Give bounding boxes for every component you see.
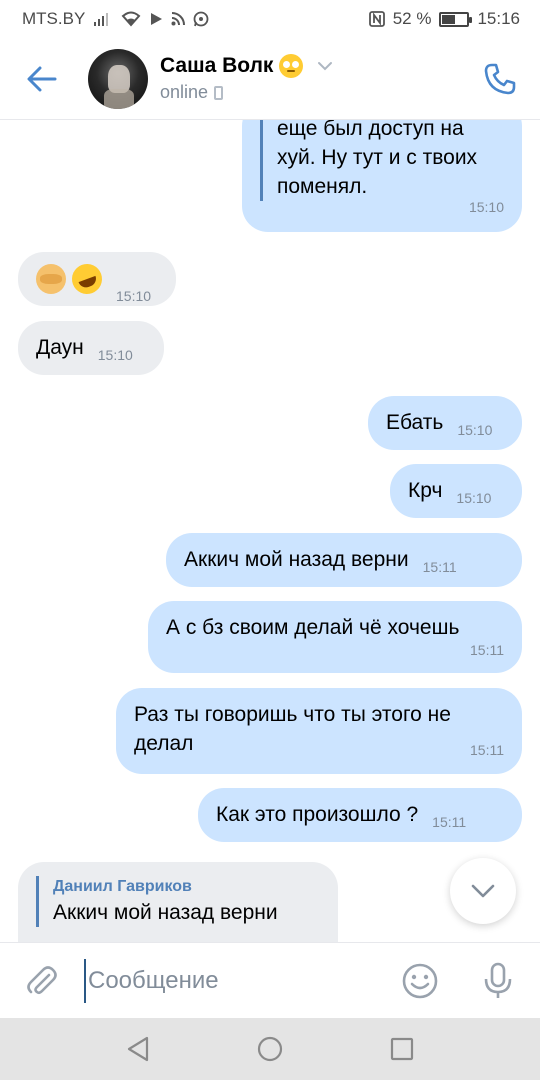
avatar[interactable]	[88, 48, 148, 109]
message-bubble-incoming[interactable]: 15:10	[18, 252, 176, 306]
back-arrow-icon	[27, 66, 57, 91]
message-list[interactable]: еще был доступ на хуй. Ну тут и с твоих …	[0, 120, 540, 942]
message-line: хуй. Ну тут и с твоих	[277, 146, 478, 169]
message-text: Аккич мой назад верни	[184, 548, 409, 571]
message-time: 15:10	[456, 490, 492, 506]
message-bubble-incoming[interactable]: Даниил Гавриков Аккич мой назад верни	[18, 862, 338, 942]
nav-home-button[interactable]	[250, 1029, 290, 1069]
circle-home-icon	[257, 1036, 283, 1062]
chevron-down-icon	[471, 884, 495, 898]
scroll-to-bottom-button[interactable]	[450, 858, 516, 924]
message-time: 15:11	[422, 559, 457, 575]
status-left: MTS.BY	[22, 9, 209, 29]
message-time: 15:10	[97, 347, 133, 363]
back-button[interactable]	[18, 55, 66, 103]
message-bubble-incoming[interactable]: Даун 15:10	[18, 321, 164, 375]
reply-author: Даниил Гавриков	[53, 878, 192, 895]
whatsapp-icon	[193, 11, 209, 27]
message-time: 15:10	[457, 422, 493, 438]
message-text: Ебать	[386, 411, 444, 434]
message-bubble-outgoing[interactable]: Ебать 15:10	[368, 396, 522, 450]
call-button[interactable]	[478, 57, 522, 101]
nav-back-button[interactable]	[118, 1029, 158, 1069]
chevron-down-icon	[318, 62, 333, 71]
message-bubble-outgoing[interactable]: еще был доступ на хуй. Ну тут и с твоих …	[242, 120, 522, 232]
wifi-icon	[121, 11, 141, 27]
message-text: Даун	[36, 336, 84, 359]
paperclip-icon	[27, 965, 57, 994]
message-bubble-outgoing[interactable]: Крч 15:10	[390, 464, 522, 518]
message-time: 15:10	[116, 288, 152, 304]
chat-header: Саша Волк online	[0, 38, 540, 120]
reply-quote[interactable]: Даниил Гавриков Аккич мой назад верни	[36, 876, 320, 927]
message-bubble-outgoing[interactable]: Аккич мой назад верни 15:11	[166, 533, 522, 587]
microphone-icon	[484, 962, 512, 998]
online-status: online	[160, 82, 209, 102]
play-icon	[149, 12, 163, 26]
message-bubble-outgoing[interactable]: А с бз своим делай чё хочешь 15:11	[148, 601, 522, 673]
message-composer	[0, 942, 540, 1018]
rofl-emoji-icon	[67, 260, 107, 299]
status-right: 52 % 15:16	[368, 9, 520, 29]
status-bar: MTS.BY 52 % 15:16	[0, 0, 540, 38]
message-text: Как это произошло ?	[216, 803, 419, 826]
message-time: 15:11	[470, 742, 504, 758]
voice-message-button[interactable]	[476, 959, 520, 1003]
message-text-block: еще был доступ на хуй. Ну тут и с твоих …	[260, 120, 504, 201]
message-input[interactable]	[84, 958, 398, 1003]
triangle-back-icon	[127, 1036, 149, 1062]
square-recents-icon	[390, 1037, 414, 1061]
attach-button[interactable]	[20, 959, 64, 1003]
message-text: Раз ты говоришь что ты этого не делал	[134, 703, 451, 755]
phone-call-icon	[484, 63, 516, 94]
message-text: Крч	[408, 479, 443, 502]
mobile-device-icon	[214, 85, 224, 100]
message-bubble-outgoing[interactable]: Раз ты говоришь что ты этого не делал 15…	[116, 688, 522, 774]
message-text: А с бз своим делай чё хочешь	[166, 616, 460, 639]
system-nav-bar	[0, 1018, 540, 1080]
chat-title-block[interactable]: Саша Волк online	[160, 54, 478, 103]
emoji-button[interactable]	[398, 959, 442, 1003]
eye-roll-emoji-icon	[279, 54, 304, 78]
name-row: Саша Волк	[160, 54, 478, 78]
rss-icon	[171, 12, 186, 26]
smile-icon	[402, 963, 438, 998]
reply-text: Аккич мой назад верни	[53, 901, 278, 924]
signal-icon	[93, 12, 113, 26]
message-time: 15:11	[470, 642, 504, 658]
carrier-name: MTS.BY	[22, 9, 86, 28]
message-time: 15:11	[432, 814, 467, 830]
battery-percent: 52 %	[392, 9, 432, 28]
message-time: 15:10	[468, 199, 504, 215]
battery-icon	[439, 11, 473, 27]
nav-recents-button[interactable]	[382, 1029, 422, 1069]
facepalm-emoji-icon	[36, 264, 66, 295]
status-row: online	[160, 82, 478, 103]
clock: 15:16	[477, 9, 520, 28]
nfc-icon	[368, 11, 385, 27]
message-bubble-outgoing[interactable]: Как это произошло ? 15:11	[198, 788, 522, 842]
message-line: еще был доступ на	[277, 120, 464, 140]
contact-name: Саша Волк	[160, 54, 274, 77]
